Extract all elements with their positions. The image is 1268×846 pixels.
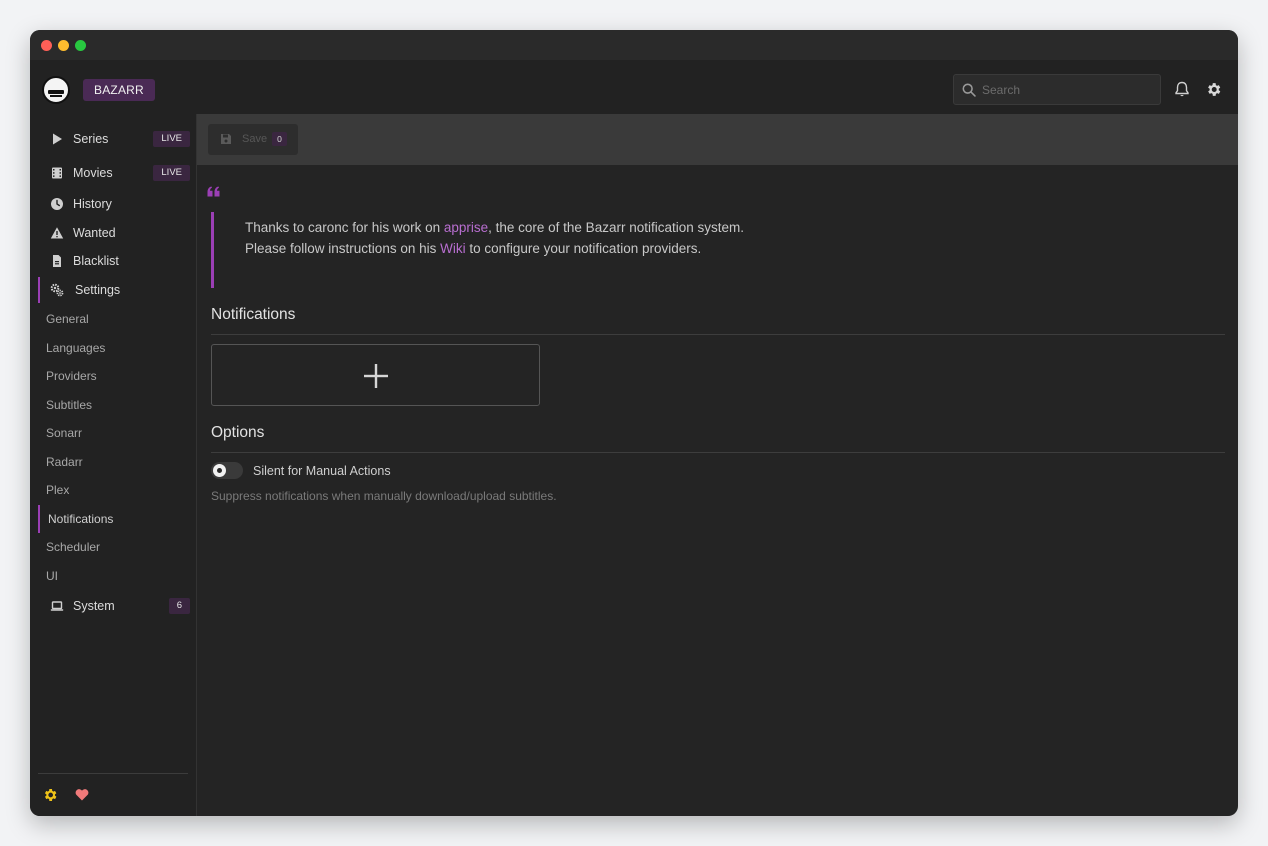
- options-section-title: Options: [211, 424, 265, 441]
- quote-text: , the core of the Bazarr notification sy…: [488, 220, 744, 235]
- add-notification-provider-button[interactable]: [211, 344, 540, 406]
- settings-subitem-general[interactable]: General: [38, 307, 190, 331]
- sidebar-item-blacklist[interactable]: Blacklist: [38, 248, 190, 274]
- settings-subitem-sonarr[interactable]: Sonarr: [38, 421, 190, 445]
- settings-subitem-providers[interactable]: Providers: [38, 364, 190, 388]
- quote-text: to configure your notification providers…: [465, 241, 702, 256]
- plus-icon: [364, 364, 388, 388]
- sidebar-item-system[interactable]: System 6: [38, 593, 190, 619]
- subitem-label: Sonarr: [46, 426, 83, 440]
- sidebar-item-label: System: [73, 599, 115, 613]
- maximize-window-button[interactable]: [75, 40, 86, 51]
- subitem-label: Scheduler: [46, 540, 101, 554]
- save-button[interactable]: Save 0: [208, 124, 298, 155]
- subitem-label: General: [46, 312, 89, 326]
- play-icon: [53, 133, 62, 145]
- sidebar-item-settings[interactable]: Settings: [38, 277, 190, 303]
- subitem-label: Subtitles: [46, 398, 93, 412]
- sidebar-item-movies[interactable]: Movies LIVE: [38, 160, 190, 186]
- live-badge: LIVE: [153, 131, 190, 147]
- quote-text: Thanks to caronc for his work on: [245, 220, 444, 235]
- settings-subitem-languages[interactable]: Languages: [38, 336, 190, 360]
- toolbar: Save 0: [197, 114, 1238, 165]
- settings-gear-icon[interactable]: [1205, 81, 1222, 98]
- sun-gear-icon[interactable]: [42, 787, 58, 803]
- quote-line-1: Thanks to caronc for his work on apprise…: [245, 220, 744, 235]
- sidebar-divider: [38, 773, 188, 774]
- sidebar-item-series[interactable]: Series LIVE: [38, 126, 190, 152]
- sidebar-item-label: Series: [73, 132, 109, 146]
- warning-icon: [50, 227, 64, 239]
- app-window: BAZARR Series LIVE Movies LIVE: [30, 30, 1238, 816]
- sidebar: Series LIVE Movies LIVE History Wanted B…: [30, 114, 197, 816]
- sidebar-item-label: Movies: [73, 166, 113, 180]
- settings-subitem-notifications[interactable]: Notifications: [38, 505, 190, 533]
- silent-manual-actions-hint: Suppress notifications when manually dow…: [211, 489, 557, 503]
- sidebar-item-label: Blacklist: [73, 254, 119, 268]
- floppy-disk-icon: [221, 134, 231, 144]
- settings-subitem-scheduler[interactable]: Scheduler: [38, 535, 190, 559]
- live-badge: LIVE: [153, 165, 190, 181]
- subitem-label: Radarr: [46, 455, 83, 469]
- quote-text: Please follow instructions on his: [245, 241, 441, 256]
- subitem-label: Notifications: [48, 512, 114, 526]
- sidebar-item-label: History: [73, 197, 112, 211]
- toggle-knob: [213, 464, 226, 477]
- brand-badge[interactable]: BAZARR: [83, 79, 155, 101]
- settings-subitem-plex[interactable]: Plex: [38, 478, 190, 502]
- section-divider: [211, 452, 1225, 453]
- subitem-label: Providers: [46, 369, 97, 383]
- sidebar-item-history[interactable]: History: [38, 191, 190, 217]
- apprise-link[interactable]: apprise: [444, 220, 488, 235]
- subitem-label: UI: [46, 569, 58, 583]
- subitem-label: Languages: [46, 341, 106, 355]
- wiki-link[interactable]: Wiki: [440, 241, 466, 256]
- save-button-label: Save: [242, 133, 268, 145]
- minimize-window-button[interactable]: [58, 40, 69, 51]
- film-icon: [52, 167, 62, 179]
- close-window-button[interactable]: [41, 40, 52, 51]
- section-divider: [211, 334, 1225, 335]
- subitem-label: Plex: [46, 483, 70, 497]
- quote-icon: [207, 186, 220, 197]
- file-icon: [53, 255, 61, 267]
- bell-icon[interactable]: [1174, 81, 1190, 98]
- quote-line-2: Please follow instructions on his Wiki t…: [245, 241, 701, 256]
- system-count-badge: 6: [168, 598, 190, 614]
- settings-subitem-radarr[interactable]: Radarr: [38, 450, 190, 474]
- search-box[interactable]: [953, 74, 1161, 105]
- blockquote-bar: [211, 212, 214, 288]
- silent-manual-actions-toggle[interactable]: [211, 462, 243, 479]
- search-input[interactable]: [982, 75, 1152, 104]
- sidebar-item-label: Settings: [75, 283, 121, 297]
- silent-manual-actions-label: Silent for Manual Actions: [253, 464, 391, 478]
- cogs-icon: [50, 283, 64, 297]
- settings-subitem-ui[interactable]: UI: [38, 564, 190, 588]
- bazarr-logo-icon[interactable]: [42, 76, 70, 104]
- laptop-icon: [50, 601, 64, 611]
- sidebar-item-wanted[interactable]: Wanted: [38, 220, 190, 246]
- title-bar: [30, 30, 1238, 60]
- heart-icon[interactable]: [75, 788, 89, 801]
- unsaved-changes-count: 0: [272, 132, 287, 146]
- search-icon: [962, 83, 976, 97]
- clock-icon: [51, 198, 63, 210]
- sidebar-item-label: Wanted: [73, 226, 116, 240]
- notifications-section-title: Notifications: [211, 306, 296, 323]
- settings-subitem-subtitles[interactable]: Subtitles: [38, 393, 190, 417]
